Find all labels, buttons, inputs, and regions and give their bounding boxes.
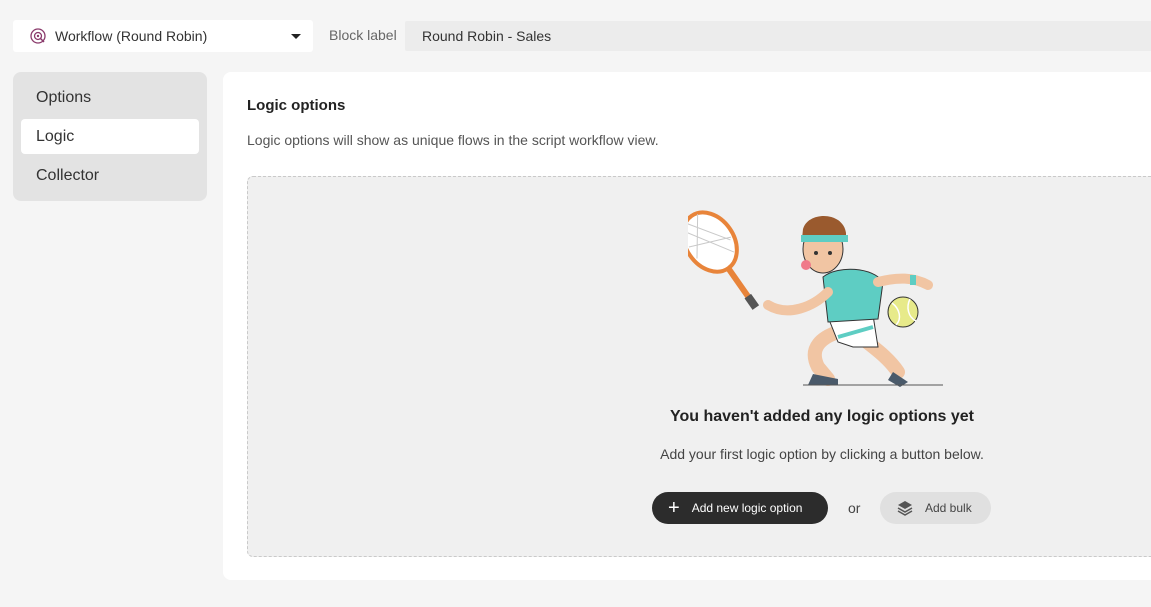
page-title: Logic options	[247, 97, 346, 114]
sidebar-item-options[interactable]: Options	[21, 80, 199, 115]
logic-panel: Logic options Logic options will show as…	[223, 72, 1151, 580]
block-label-input[interactable]	[405, 21, 1151, 51]
tennis-player-illustration	[688, 210, 943, 387]
sidebar-item-collector[interactable]: Collector	[21, 158, 199, 193]
empty-state-subtitle: Add your first logic option by clicking …	[660, 446, 984, 462]
add-bulk-button[interactable]: Add bulk	[880, 492, 991, 524]
sidebar-item-label: Options	[36, 89, 92, 106]
sidebar-item-logic[interactable]: Logic	[21, 119, 199, 154]
empty-state: You haven't added any logic options yet …	[247, 176, 1151, 557]
page-description: Logic options will show as unique flows …	[247, 132, 659, 148]
add-new-logic-option-button[interactable]: + Add new logic option	[652, 492, 828, 524]
empty-state-title: You haven't added any logic options yet	[670, 408, 974, 425]
block-label-caption: Block label	[329, 27, 397, 43]
sidebar-item-label: Logic	[36, 128, 75, 145]
plus-icon: +	[668, 497, 680, 519]
sidebar-item-label: Collector	[36, 167, 100, 184]
block-type-dropdown[interactable]: Workflow (Round Robin)	[13, 20, 313, 52]
sidebar: Options Logic Collector	[13, 72, 207, 201]
bulk-button-label: Add bulk	[925, 501, 972, 515]
layers-icon	[897, 501, 913, 516]
block-type-label: Workflow (Round Robin)	[55, 28, 208, 44]
add-button-label: Add new logic option	[691, 501, 803, 515]
or-separator: or	[848, 500, 861, 516]
workflow-target-icon	[30, 28, 46, 44]
top-bar: Workflow (Round Robin) Block label	[0, 0, 1151, 72]
chevron-down-icon	[291, 34, 301, 39]
